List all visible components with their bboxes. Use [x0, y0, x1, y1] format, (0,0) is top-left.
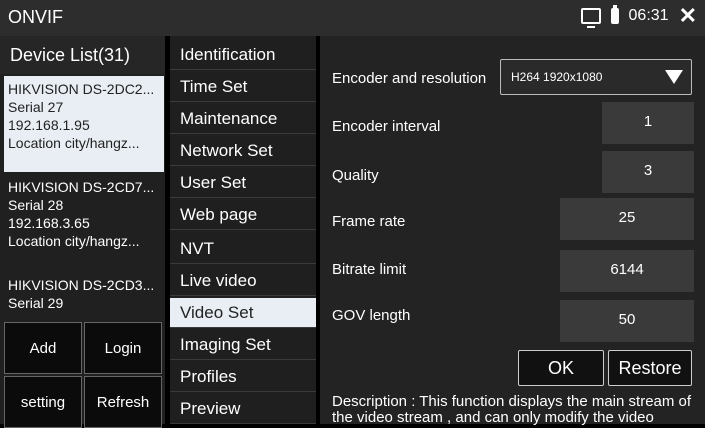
bitrate-limit-input[interactable]: 6144 [560, 250, 694, 292]
frame-rate-label: Frame rate [332, 213, 406, 230]
title-bar: ONVIF 06:31 ✕ [0, 0, 705, 36]
clock: 06:31 [628, 7, 669, 24]
frame-rate-input[interactable]: 25 [560, 198, 694, 240]
bitrate-limit-label: Bitrate limit [332, 261, 407, 278]
menu-item-profiles[interactable]: Profiles [170, 362, 316, 392]
encoder-interval-input[interactable]: 1 [602, 102, 694, 144]
app-title: ONVIF [8, 7, 64, 27]
device-ip: 192.168.3.65 [8, 215, 90, 231]
monitor-icon [580, 8, 601, 28]
video-set-panel: Encoder and resolution H264 1920x1080 En… [320, 36, 705, 426]
encoder-resolution-value: H264 1920x1080 [511, 70, 603, 84]
device-item[interactable]: HIKVISION DS-2CD3... Serial 29 [4, 272, 164, 320]
device-list-header: Device List(31) [0, 36, 165, 74]
close-icon[interactable]: ✕ [679, 5, 697, 27]
battery-icon [610, 5, 619, 24]
dropdown-arrow-icon [665, 70, 683, 84]
device-item[interactable]: HIKVISION DS-2CD7... Serial 28 192.168.3… [4, 174, 164, 270]
menu-item-maintenance[interactable]: Maintenance [170, 104, 316, 134]
menu-item-video-set[interactable]: Video Set [170, 298, 316, 328]
ok-button[interactable]: OK [518, 350, 604, 386]
device-location: Location city/hangz... [8, 233, 140, 249]
device-location: Location city/hangz... [8, 135, 140, 151]
device-serial: Serial 27 [8, 99, 64, 115]
device-ip: 192.168.1.95 [8, 117, 90, 133]
encoder-interval-label: Encoder interval [332, 118, 441, 135]
menu-item-identification[interactable]: Identification [170, 40, 316, 70]
menu-item-network-set[interactable]: Network Set [170, 136, 316, 166]
status-area: 06:31 ✕ [580, 5, 697, 28]
device-name: HIKVISION DS-2DC2... [8, 81, 155, 97]
encoder-resolution-label: Encoder and resolution [332, 70, 487, 87]
menu-item-preview[interactable]: Preview [170, 394, 316, 424]
device-name: HIKVISION DS-2CD3... [8, 277, 155, 293]
refresh-button[interactable]: Refresh [84, 376, 162, 428]
menu-item-user-set[interactable]: User Set [170, 168, 316, 198]
gov-length-label: GOV length [332, 307, 411, 324]
device-list-panel: Device List(31) HIKVISION DS-2DC2... Ser… [0, 36, 165, 428]
description-text: Description : This function displays the… [332, 393, 692, 426]
device-item[interactable]: HIKVISION DS-2DC2... Serial 27 192.168.1… [4, 76, 164, 172]
restore-button[interactable]: Restore [608, 350, 692, 386]
quality-label: Quality [332, 167, 379, 184]
setting-button[interactable]: setting [4, 376, 82, 428]
menu-item-nvt[interactable]: NVT [170, 234, 316, 264]
settings-menu: Identification Time Set Maintenance Netw… [170, 36, 316, 424]
add-button[interactable]: Add [4, 322, 82, 374]
menu-item-web-page[interactable]: Web page [170, 200, 316, 230]
gov-length-input[interactable]: 50 [560, 300, 694, 342]
menu-item-time-set[interactable]: Time Set [170, 72, 316, 102]
menu-item-live-video[interactable]: Live video [170, 266, 316, 296]
menu-item-imaging-set[interactable]: Imaging Set [170, 330, 316, 360]
encoder-resolution-select[interactable]: H264 1920x1080 [500, 59, 692, 95]
login-button[interactable]: Login [84, 322, 162, 374]
device-name: HIKVISION DS-2CD7... [8, 179, 155, 195]
device-serial: Serial 28 [8, 197, 64, 213]
device-serial: Serial 29 [8, 295, 64, 311]
quality-input[interactable]: 3 [602, 151, 694, 193]
